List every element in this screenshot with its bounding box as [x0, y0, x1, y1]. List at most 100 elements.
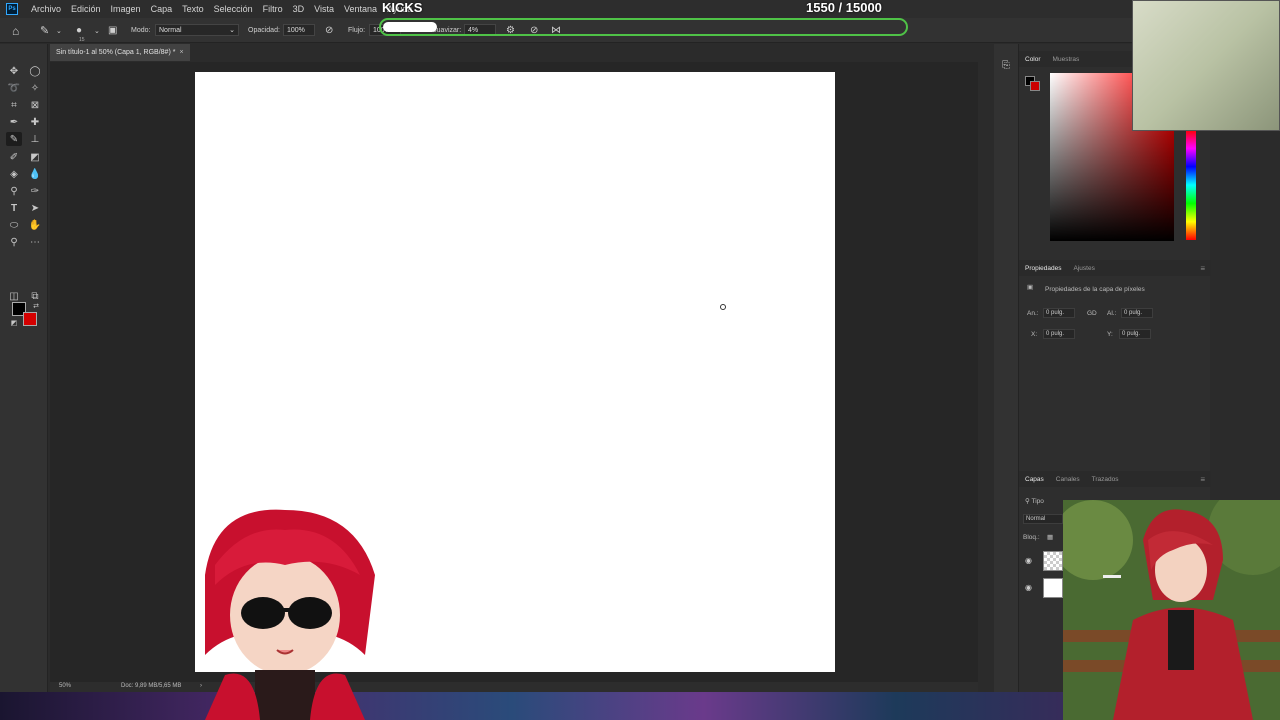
tab-ajustes[interactable]: Ajustes — [1068, 265, 1101, 272]
color-background-swatch[interactable] — [1030, 81, 1040, 91]
pressure-opacity-icon[interactable]: ⊘ — [325, 18, 333, 43]
document-tab-title: Sin título-1 al 50% (Capa 1, RGB/8#) * — [56, 49, 176, 56]
menu-archivo[interactable]: Archivo — [26, 4, 66, 14]
magic-wand-icon[interactable]: ✧ — [27, 81, 43, 95]
layer-filter[interactable]: ⚲ Tipo — [1025, 497, 1044, 505]
properties-title: Propiedades de la capa de píxeles — [1045, 286, 1145, 293]
shape-icon[interactable]: ⬭ — [6, 218, 22, 232]
height-field[interactable]: 0 pulg. — [1121, 308, 1153, 318]
eyedropper-icon[interactable]: ✒ — [6, 115, 22, 129]
properties-panel-tabs: Propiedades Ajustes ≡ — [1019, 260, 1211, 276]
y-label: Y: — [1107, 331, 1113, 338]
history-panel-icon[interactable]: ⎘ — [998, 58, 1014, 72]
blend-mode-select[interactable]: Normal — [1023, 514, 1063, 524]
type-icon[interactable]: T — [6, 201, 22, 215]
vtuber-avatar-sunglasses — [205, 509, 375, 720]
menu-bar: Ps Archivo Edición Imagen Capa Texto Sel… — [0, 0, 1280, 18]
chevron-down-icon[interactable]: ⌄ — [94, 18, 100, 43]
hue-slider[interactable] — [1186, 130, 1196, 240]
bucket-icon[interactable]: ◈ — [6, 167, 22, 181]
brush-preset-icon[interactable]: ✎ — [40, 18, 49, 43]
y-field[interactable]: 0 pulg. — [1119, 329, 1151, 339]
tab-muestras[interactable]: Muestras — [1047, 56, 1086, 63]
x-field[interactable]: 0 pulg. — [1043, 329, 1075, 339]
background-color-swatch[interactable] — [23, 312, 37, 326]
menu-filtro[interactable]: Filtro — [258, 4, 288, 14]
move-icon[interactable]: ✥ — [6, 64, 22, 78]
layers-panel-tabs: Capas Canales Trazados ≡ — [1019, 471, 1211, 487]
healing-icon[interactable]: ✚ — [27, 115, 43, 129]
close-icon[interactable]: × — [179, 49, 183, 56]
menu-edicion[interactable]: Edición — [66, 4, 106, 14]
collapsed-panel-dock: ⎘ — [994, 44, 1018, 692]
kicks-progress-fill — [383, 22, 437, 32]
width-field[interactable]: 0 pulg. — [1043, 308, 1075, 318]
tab-propiedades[interactable]: Propiedades — [1019, 265, 1068, 272]
lock-transparency-icon[interactable]: ▦ — [1047, 533, 1053, 541]
link-icon[interactable]: GD — [1087, 310, 1097, 317]
menu-ventana[interactable]: Ventana — [339, 4, 382, 14]
crop-icon[interactable]: ⌗ — [6, 98, 22, 112]
width-label: An.: — [1027, 310, 1039, 317]
quick-mask-icon[interactable]: ◫ — [6, 289, 22, 303]
search-icon: ⚲ — [1025, 498, 1030, 505]
layer-thumbnail — [1043, 551, 1063, 571]
panel-menu-icon[interactable]: ≡ — [1200, 264, 1205, 273]
more-icon[interactable]: ⋯ — [27, 235, 43, 249]
panel-menu-icon[interactable]: ≡ — [1200, 475, 1205, 484]
opacity-label: Opacidad: — [248, 27, 280, 34]
tab-canales[interactable]: Canales — [1050, 476, 1086, 483]
blur-icon[interactable]: 💧 — [27, 167, 43, 181]
document-tab[interactable]: Sin título-1 al 50% (Capa 1, RGB/8#) * × — [50, 44, 190, 61]
brush-cursor — [720, 304, 726, 310]
pen-icon[interactable]: ✑ — [27, 184, 43, 198]
path-select-icon[interactable]: ➤ — [27, 201, 43, 215]
default-colors-icon[interactable]: ◩ — [6, 316, 22, 330]
mode-label: Modo: — [131, 27, 151, 34]
chevron-down-icon: ⌄ — [229, 27, 235, 34]
tab-trazados[interactable]: Trazados — [1086, 476, 1125, 483]
tab-capas[interactable]: Capas — [1019, 476, 1050, 483]
mode-select[interactable]: Normal ⌄ — [155, 24, 239, 36]
eye-icon[interactable]: ◉ — [1025, 583, 1032, 592]
eraser-icon[interactable]: ◩ — [27, 150, 43, 164]
eye-icon[interactable]: ◉ — [1025, 556, 1032, 565]
brush-tool-icon[interactable]: ✎ — [6, 132, 22, 146]
history-brush-icon[interactable]: ✐ — [6, 150, 22, 164]
kicks-title: KICKS — [382, 0, 423, 15]
chevron-down-icon[interactable]: ⌄ — [56, 18, 62, 43]
zoom-icon[interactable]: ⚲ — [6, 235, 22, 249]
screen-mode-icon[interactable]: ⧉ — [27, 289, 43, 303]
dodge-icon[interactable]: ⚲ — [6, 184, 22, 198]
menu-vista[interactable]: Vista — [309, 4, 339, 14]
brush-settings-icon[interactable]: ▣ — [108, 18, 117, 43]
flow-label: Flujo: — [348, 27, 366, 34]
menu-imagen[interactable]: Imagen — [106, 4, 146, 14]
menu-3d[interactable]: 3D — [288, 4, 310, 14]
photoshop-logo-icon: Ps — [6, 3, 18, 15]
layer-thumbnail — [1043, 578, 1063, 598]
tab-color[interactable]: Color — [1019, 56, 1047, 63]
lasso-icon[interactable]: ➰ — [6, 81, 22, 95]
character-illustration-bench — [1063, 500, 1280, 720]
menu-texto[interactable]: Texto — [177, 4, 209, 14]
frame-icon[interactable]: ⊠ — [27, 98, 43, 112]
hand-icon[interactable]: ✋ — [27, 218, 43, 232]
menu-seleccion[interactable]: Selección — [209, 4, 258, 14]
lock-label: Bloq.: — [1023, 534, 1040, 541]
height-label: Al.: — [1107, 310, 1117, 317]
kicks-counter: 1550 / 15000 — [806, 0, 882, 15]
webcam-overlay — [1132, 0, 1280, 131]
photoshop-window: Ps Archivo Edición Imagen Capa Texto Sel… — [0, 0, 1280, 720]
opacity-field[interactable]: 100% — [283, 24, 315, 36]
marquee-icon[interactable]: ◯ — [27, 64, 43, 78]
kicks-progress-bar — [379, 18, 908, 36]
home-icon[interactable]: ⌂ — [12, 18, 19, 43]
x-label: X: — [1031, 331, 1038, 338]
pixel-layer-icon: ▣ — [1027, 284, 1034, 291]
menu-capa[interactable]: Capa — [146, 4, 178, 14]
stamp-icon[interactable]: ⊥ — [27, 132, 43, 146]
tools-panel: ✥ ◯ ➰ ✧ ⌗ ⊠ ✒ ✚ ✎ ⊥ ✐ ◩ ◈ 💧 ⚲ ✑ T ➤ ⬭ ✋ … — [0, 44, 48, 692]
doc-info: Doc: 9,89 MB/5,65 MB — [121, 683, 182, 689]
zoom-level[interactable]: 50% — [59, 683, 71, 689]
